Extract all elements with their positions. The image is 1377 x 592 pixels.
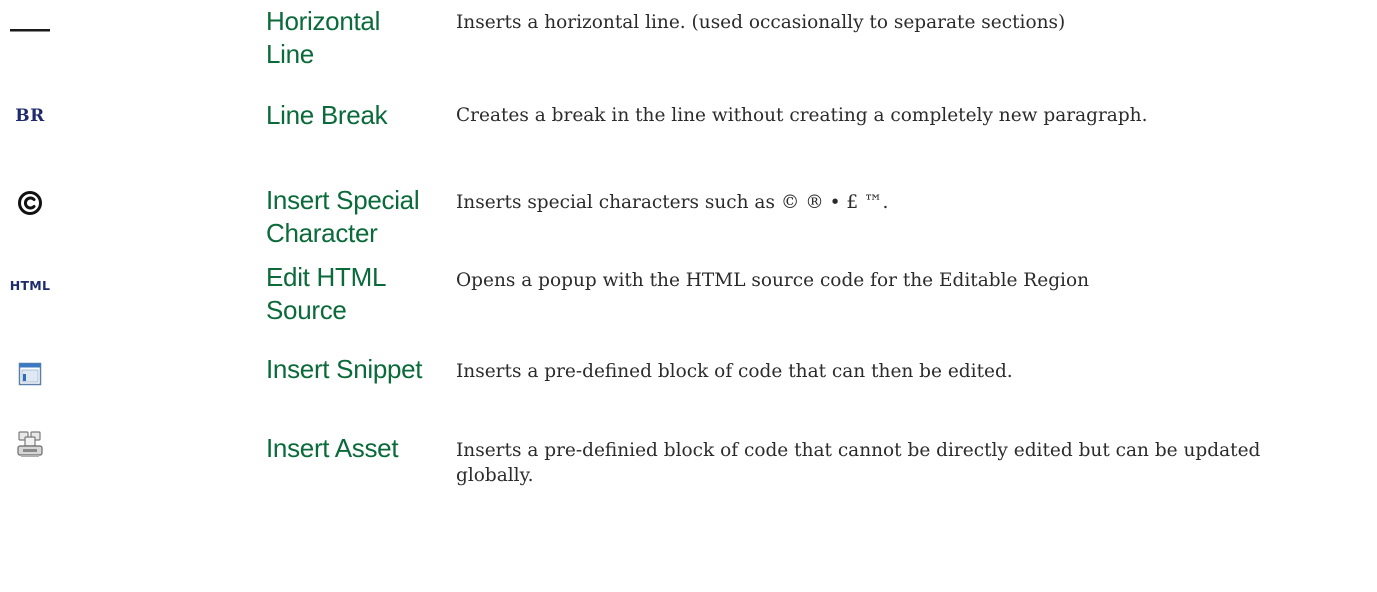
horizontal-line-icon[interactable] (0, 12, 60, 48)
line-break-icon[interactable]: BR (0, 98, 60, 134)
snippet-icon[interactable] (0, 356, 60, 392)
tool-description: Inserts a pre-definied block of code tha… (456, 440, 1261, 486)
tool-name: Insert Asset (266, 433, 399, 463)
tool-name: Horizontal Line (266, 6, 381, 69)
copyright-icon[interactable] (0, 185, 60, 221)
asset-icon[interactable] (0, 426, 60, 462)
tool-name: Edit HTML Source (266, 262, 386, 325)
tool-description: Creates a break in the line without crea… (456, 105, 1148, 126)
html-icon-label: HTML (9, 277, 51, 293)
tool-description: Inserts special characters such as © ® •… (456, 192, 889, 213)
tool-name: Line Break (266, 100, 388, 130)
line-break-icon-label: BR (15, 106, 45, 126)
tool-name: Insert Snippet (266, 354, 423, 384)
tool-description: Inserts a pre-defined block of code that… (456, 361, 1013, 382)
html-source-icon[interactable]: HTML (0, 267, 60, 303)
tool-description: Opens a popup with the HTML source code … (456, 270, 1090, 291)
tool-name: Insert Special Character (266, 185, 420, 248)
tool-description: Inserts a horizontal line. (used occasio… (456, 12, 1066, 33)
